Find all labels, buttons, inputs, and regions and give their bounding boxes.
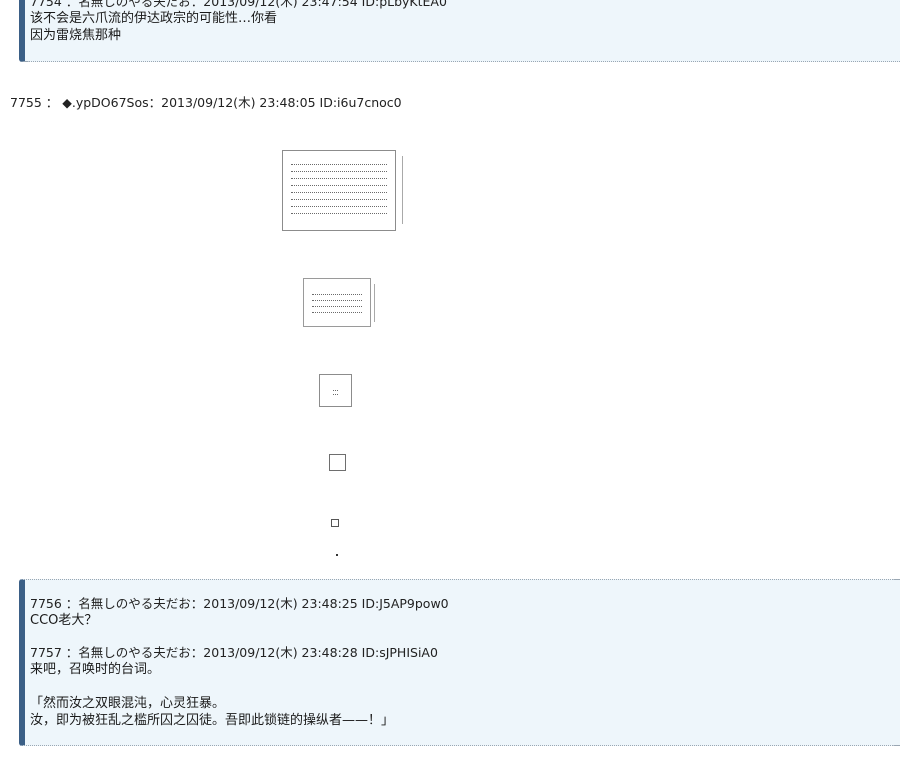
dotted-line [312, 300, 362, 301]
dotted-line [291, 164, 387, 165]
post-line-blank [30, 678, 438, 695]
frame-edge [402, 156, 403, 224]
dotted-line [291, 185, 387, 186]
dotted-line [291, 192, 387, 193]
post-line: CCO老大？ [30, 613, 98, 628]
post-7757: 7757 ：名無しのやる夫だお：2013/09/12(木) 23:48:28 I… [30, 644, 438, 729]
post-header: 7757 ：名無しのやる夫だお：2013/09/12(木) 23:48:28 I… [30, 645, 438, 660]
dotted-line [291, 171, 387, 172]
dotted-line [291, 213, 387, 214]
frame-edge [374, 284, 375, 322]
dotted-line [312, 306, 362, 307]
ascii-art-frame-medium [303, 278, 371, 327]
ascii-art-frame-large [282, 150, 396, 231]
post-line: 「然而汝之双眼混沌，心灵狂暴。 [30, 696, 226, 711]
post-header: 7755 ： ◆.ypDO67Sos：2013/09/12(木) 23:48:0… [10, 95, 402, 110]
ascii-art-frame-tiny [329, 454, 346, 471]
post-7755: 7755 ： ◆.ypDO67Sos：2013/09/12(木) 23:48:0… [10, 94, 402, 111]
ascii-art-frame-small [319, 374, 352, 407]
post-7754: 7754 ：名無しのやる夫だお：2013/09/12(木) 23:47:54 I… [30, 0, 447, 44]
post-7756: 7756 ：名無しのやる夫だお：2013/09/12(木) 23:48:25 I… [30, 595, 449, 629]
dotted-line [333, 394, 338, 395]
dotted-line [291, 178, 387, 179]
post-header: 7756 ：名無しのやる夫だお：2013/09/12(木) 23:48:25 I… [30, 596, 449, 611]
dotted-line [291, 206, 387, 207]
ascii-art-frame-mini [331, 519, 339, 527]
post-line: 汝，即为被狂乱之槛所囚之囚徒。吾即此锁链的操纵者——！」 [30, 713, 395, 728]
dotted-line [312, 312, 362, 313]
post-line: 因为雷烧焦那种 [30, 28, 122, 43]
post-line: 该不会是六爪流的伊达政宗的可能性…你看 [30, 11, 278, 26]
ascii-art-dot [336, 554, 338, 556]
post-line: 来吧，召唤时的台词。 [30, 662, 161, 677]
post-header: 7754 ：名無しのやる夫だお：2013/09/12(木) 23:47:54 I… [30, 0, 447, 9]
dotted-line [312, 294, 362, 295]
dotted-line [291, 199, 387, 200]
dotted-line [333, 390, 338, 391]
